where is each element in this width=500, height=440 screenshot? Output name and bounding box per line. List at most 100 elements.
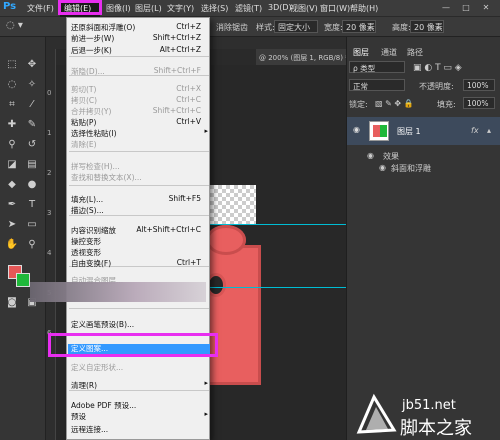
dodge-tool-icon[interactable]: ● (24, 177, 40, 193)
menu-image[interactable]: 图像(I) (106, 3, 131, 14)
magic-wand-icon[interactable]: ✧ (24, 77, 40, 93)
history-brush-icon[interactable]: ↺ (24, 137, 40, 153)
menu-item-shortcut: Ctrl+C (176, 95, 201, 104)
menu-file[interactable]: 文件(F) (27, 3, 54, 14)
transparent-canvas (206, 185, 256, 225)
menu-item[interactable]: 远程连接... (67, 423, 211, 434)
menu-item-label: 定义自定形状... (71, 363, 124, 372)
menu-item-shortcut: Ctrl+X (176, 84, 201, 93)
fx-icon[interactable]: fx (471, 126, 479, 135)
maximize-icon[interactable]: □ (460, 3, 472, 13)
filter-icons[interactable]: ▣ ◐ T ▭ ◈ (413, 63, 462, 73)
menu-window[interactable]: 窗口(W) (320, 3, 350, 14)
type-tool-icon[interactable]: T (24, 197, 40, 213)
menu-item-shortcut: Ctrl+T (176, 258, 201, 267)
minimize-icon[interactable]: — (440, 3, 452, 13)
clone-stamp-icon[interactable]: ⚲ (4, 137, 20, 153)
move-tool-icon[interactable]: ✥ (24, 57, 40, 73)
marquee-tool-icon[interactable]: ⬚ (4, 57, 20, 73)
menu-3d[interactable]: 3D(D) (268, 3, 292, 12)
watermark-name: 脚本之家 (400, 418, 472, 439)
layer-kind-select[interactable]: ρ 类型 (349, 61, 405, 73)
layer-row[interactable]: ◉ 图层 1 fx ▴ (347, 117, 500, 145)
effects-eye-icon[interactable]: ◉ (367, 151, 374, 160)
menu-item: 定义自定形状... (67, 361, 211, 372)
opacity-input[interactable]: 100% (463, 79, 495, 91)
menu-item[interactable]: 自由变换(F) Ctrl+T (67, 257, 211, 268)
lasso-tool-icon[interactable]: ◌ (4, 77, 20, 93)
blur-tool-icon[interactable]: ◆ (4, 177, 20, 193)
layers-panel: 图层 通道 路径 ρ 类型 ▣ ◐ T ▭ ◈ 正常 不透明度: 100% 锁定… (346, 37, 500, 440)
menu-view[interactable]: 视图(V) (290, 3, 318, 14)
path-select-icon[interactable]: ➤ (4, 217, 20, 233)
background-color-swatch[interactable] (16, 273, 30, 287)
ruler-mark: 3 (47, 209, 52, 217)
menu-item-shortcut: Shift+Ctrl+F (153, 66, 201, 75)
effect-item-row: ◉ 斜面和浮雕 (349, 161, 499, 175)
shape-tool-icon[interactable]: ▭ (24, 217, 40, 233)
menu-layer[interactable]: 图层(L) (135, 3, 162, 14)
collapse-icon[interactable]: ▴ (487, 126, 491, 135)
menu-filter[interactable]: 滤镜(T) (235, 3, 262, 14)
tab-channels[interactable]: 通道 (381, 47, 397, 58)
menu-separator (69, 56, 209, 57)
ruler-mark: 0 (47, 89, 52, 97)
menu-item[interactable]: 填充(L)... Shift+F5 (67, 193, 211, 204)
effect-bevel-emboss[interactable]: 斜面和浮雕 (391, 163, 431, 174)
close-icon[interactable]: ✕ (480, 3, 492, 13)
menu-item[interactable]: 操控变形 (67, 235, 211, 246)
marquee-tool-icon[interactable]: ◌ ▾ (6, 20, 23, 31)
tab-paths[interactable]: 路径 (407, 47, 423, 58)
fill-label: 填充: (437, 100, 456, 109)
menu-item: 剪切(T) Ctrl+X (67, 83, 211, 94)
hand-tool-icon[interactable]: ✋ (4, 237, 20, 253)
menu-item[interactable]: 前进一步(W) Shift+Ctrl+Z (67, 32, 211, 43)
effect-eye-icon[interactable]: ◉ (379, 163, 386, 172)
zoom-tool-icon[interactable]: ⚲ (24, 237, 40, 253)
menu-item[interactable]: 预设 ▸ (67, 410, 211, 421)
menu-item-label: 查找和替换文本(X)... (71, 173, 142, 182)
lock-icons[interactable]: ▧ ✎ ✥ 🔒 (375, 99, 414, 108)
pen-tool-icon[interactable]: ✒ (4, 197, 20, 213)
menu-item[interactable]: 粘贴(P) Ctrl+V (67, 116, 211, 127)
menu-separator (69, 308, 209, 309)
menu-type[interactable]: 文字(Y) (167, 3, 194, 14)
menu-item-shortcut: Alt+Shift+Ctrl+C (136, 225, 201, 234)
panel-tabs: 图层 通道 路径 (347, 45, 500, 57)
menu-item[interactable]: 还原斜面和浮雕(O) Ctrl+Z (67, 21, 211, 32)
menu-item[interactable]: Adobe PDF 预设... (67, 399, 211, 410)
menu-item-shortcut: Alt+Ctrl+Z (159, 45, 201, 54)
gradient-tool-icon[interactable]: ▤ (24, 157, 40, 173)
height-input[interactable]: 20 像素 (410, 20, 444, 33)
menu-item-label: 渐隐(D)... (71, 67, 105, 76)
menu-help[interactable]: 帮助(H) (350, 3, 378, 14)
lock-label: 锁定: (349, 100, 368, 109)
submenu-arrow-icon: ▸ (204, 127, 208, 135)
eyedropper-icon[interactable]: ⁄ (24, 97, 40, 113)
eye-icon[interactable]: ◉ (353, 125, 360, 134)
eraser-icon[interactable]: ◪ (4, 157, 20, 173)
menu-item[interactable]: 选择性粘贴(I) ▸ (67, 127, 211, 138)
menu-item[interactable]: 定义画笔预设(B)... (67, 318, 211, 329)
menu-item[interactable]: 清理(R) ▸ (67, 379, 211, 390)
width-input[interactable]: 20 像素 (342, 20, 376, 33)
quick-mask-icon[interactable]: ◙ (4, 295, 20, 311)
blurred-region (30, 282, 206, 302)
menu-item: 清除(E) (67, 138, 211, 149)
menu-select[interactable]: 选择(S) (201, 3, 228, 14)
menu-item[interactable]: 透视变形 (67, 246, 211, 257)
blend-mode-select[interactable]: 正常 (349, 79, 405, 91)
menu-item: 拼写检查(H)... (67, 160, 211, 171)
tab-layers[interactable]: 图层 (353, 47, 369, 58)
menu-item[interactable]: 描边(S)... (67, 204, 211, 215)
healing-brush-icon[interactable]: ✚ (4, 117, 20, 133)
menu-item[interactable]: 内容识别缩放 Alt+Shift+Ctrl+C (67, 224, 211, 235)
document-tab[interactable]: @ 200% (图层 1, RGB/8) * (256, 49, 346, 65)
menu-item[interactable]: 后退一步(K) Alt+Ctrl+Z (67, 44, 211, 55)
menu-item-shortcut: Ctrl+Z (176, 22, 201, 31)
crop-tool-icon[interactable]: ⌗ (4, 97, 20, 113)
fill-input[interactable]: 100% (463, 97, 495, 109)
layer-name[interactable]: 图层 1 (397, 126, 421, 137)
style-select[interactable]: 固定大小 (274, 20, 318, 33)
brush-tool-icon[interactable]: ✎ (24, 117, 40, 133)
